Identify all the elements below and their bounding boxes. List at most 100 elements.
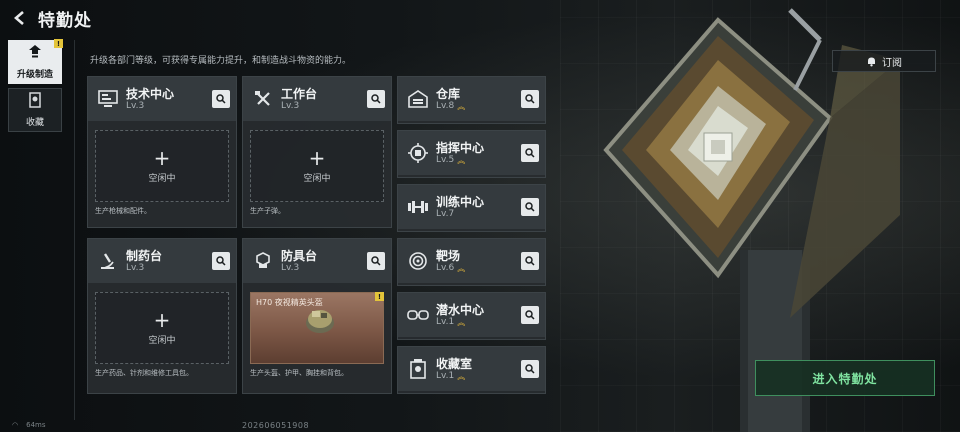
upgrade-chevron-icon: ︽ [457,101,465,111]
search-icon [525,364,535,374]
chip-icon [404,139,432,167]
workshop-card[interactable]: 技术中心 Lv.3 + 空闲中 生产枪械和配件。 [87,76,237,228]
department-card[interactable]: 仓库 Lv.8 ︽ [397,76,546,124]
search-icon [371,94,381,104]
level-text: Lv.3 [126,263,145,273]
search-button[interactable] [212,252,230,270]
helmet-image [306,310,334,333]
card-header: 防具台 Lv.3 [243,239,391,283]
workshop-card[interactable]: 防具台 Lv.3 H70 夜视精英头盔 ! 生产头盔、护甲、胸挂和背包。 [242,238,392,394]
upgrade-chevron-icon: ︽ [457,371,465,381]
workshop-card[interactable]: 工作台 Lv.3 + 空闲中 生产子弹。 [242,76,392,228]
card-title: 仓库 [436,87,461,101]
card-title: 收藏室 [436,357,473,371]
collection-icon [404,355,432,383]
card-level: Lv.7 [436,209,454,219]
card-level: Lv.1 ︽ [436,371,465,381]
card-description: 生产枪械和配件。 [95,207,151,215]
warehouse-icon [404,85,432,113]
card-level: Lv.1 ︽ [436,317,465,327]
search-icon [216,94,226,104]
card-title: 技术中心 [126,87,175,101]
level-text: Lv.1 [436,371,455,381]
divider [74,40,75,420]
production-slot[interactable]: + 空闲中 [95,292,229,364]
target-icon [404,247,432,275]
search-button[interactable] [212,90,230,108]
card-level: Lv.3 [126,101,144,111]
department-card[interactable]: 靶场 Lv.6 ︽ [397,238,546,286]
card-header: 工作台 Lv.3 [243,77,391,121]
tools-icon [249,85,277,113]
level-text: Lv.5 [436,155,455,165]
card-title: 潜水中心 [436,303,485,317]
card-header: 收藏室 Lv.1 ︽ [398,347,545,391]
back-button[interactable] [6,0,34,36]
side-nav: 升级制造 ! 收藏 [8,39,64,136]
production-slot[interactable]: + 空闲中 [250,130,384,202]
card-header: 技术中心 Lv.3 [88,77,236,121]
search-button[interactable] [521,360,539,378]
card-header: 制药台 Lv.3 [88,239,236,283]
computer-icon [94,85,122,113]
collection-icon [27,92,43,112]
search-icon [525,256,535,266]
card-description: 生产子弹。 [250,207,285,215]
card-level: Lv.3 [281,263,299,273]
alert-badge: ! [54,39,63,48]
upgrade-chevron-icon: ︽ [457,155,465,165]
subscribe-label: 订阅 [882,57,902,69]
search-icon [525,202,535,212]
card-header: 仓库 Lv.8 ︽ [398,77,545,121]
slot-status: 空闲中 [148,336,176,346]
search-button[interactable] [521,90,539,108]
card-level: Lv.5 ︽ [436,155,465,165]
back-arrow-icon [14,11,24,25]
level-text: Lv.1 [436,317,455,327]
workshop-card[interactable]: 制药台 Lv.3 + 空闲中 生产药品、针剂和维修工具包。 [87,238,237,394]
department-card[interactable]: 潜水中心 Lv.1 ︽ [397,292,546,340]
header: 特勤处 [0,0,560,36]
level-text: Lv.6 [436,263,455,273]
card-level: Lv.6 ︽ [436,263,465,273]
search-icon [525,148,535,158]
armor-icon [249,247,277,275]
upgrade-chevron-icon: ︽ [457,263,465,273]
diving-mask-icon [404,301,432,329]
dumbbell-icon [404,193,432,221]
production-item-slot[interactable]: H70 夜视精英头盔 ! [250,292,384,364]
ping-readout: 64ms [26,421,46,429]
department-card[interactable]: 指挥中心 Lv.5 ︽ [397,130,546,178]
search-button[interactable] [521,144,539,162]
search-icon [525,94,535,104]
card-header: 训练中心 Lv.7 [398,185,545,229]
nav-item-label: 收藏 [25,118,44,128]
card-header: 靶场 Lv.6 ︽ [398,239,545,283]
plus-icon: + [153,308,171,332]
nav-item-label: 升级制造 [16,70,53,80]
card-title: 工作台 [281,87,318,101]
search-button[interactable] [367,90,385,108]
page-title: 特勤处 [38,10,92,31]
upgrade-chevron-icon: ︽ [457,317,465,327]
production-slot[interactable]: + 空闲中 [95,130,229,202]
enter-facility-button[interactable]: 进入特勤处 [755,360,935,396]
department-card[interactable]: 训练中心 Lv.7 [397,184,546,232]
search-button[interactable] [521,198,539,216]
department-card[interactable]: 收藏室 Lv.1 ︽ [397,346,546,394]
slot-status: 空闲中 [148,174,176,184]
search-button[interactable] [367,252,385,270]
nav-item-upgrade[interactable]: 升级制造 ! [8,39,63,84]
subscribe-button[interactable]: 订阅 [832,50,936,72]
microscope-icon [94,247,122,275]
card-level: Lv.3 [281,101,299,111]
search-icon [525,310,535,320]
card-title: 制药台 [126,249,163,263]
card-header: 潜水中心 Lv.1 ︽ [398,293,545,337]
alert-badge: ! [375,292,384,301]
search-button[interactable] [521,252,539,270]
level-text: Lv.3 [281,263,300,273]
nav-item-collection[interactable]: 收藏 [8,88,62,132]
search-button[interactable] [521,306,539,324]
card-header: 指挥中心 Lv.5 ︽ [398,131,545,175]
